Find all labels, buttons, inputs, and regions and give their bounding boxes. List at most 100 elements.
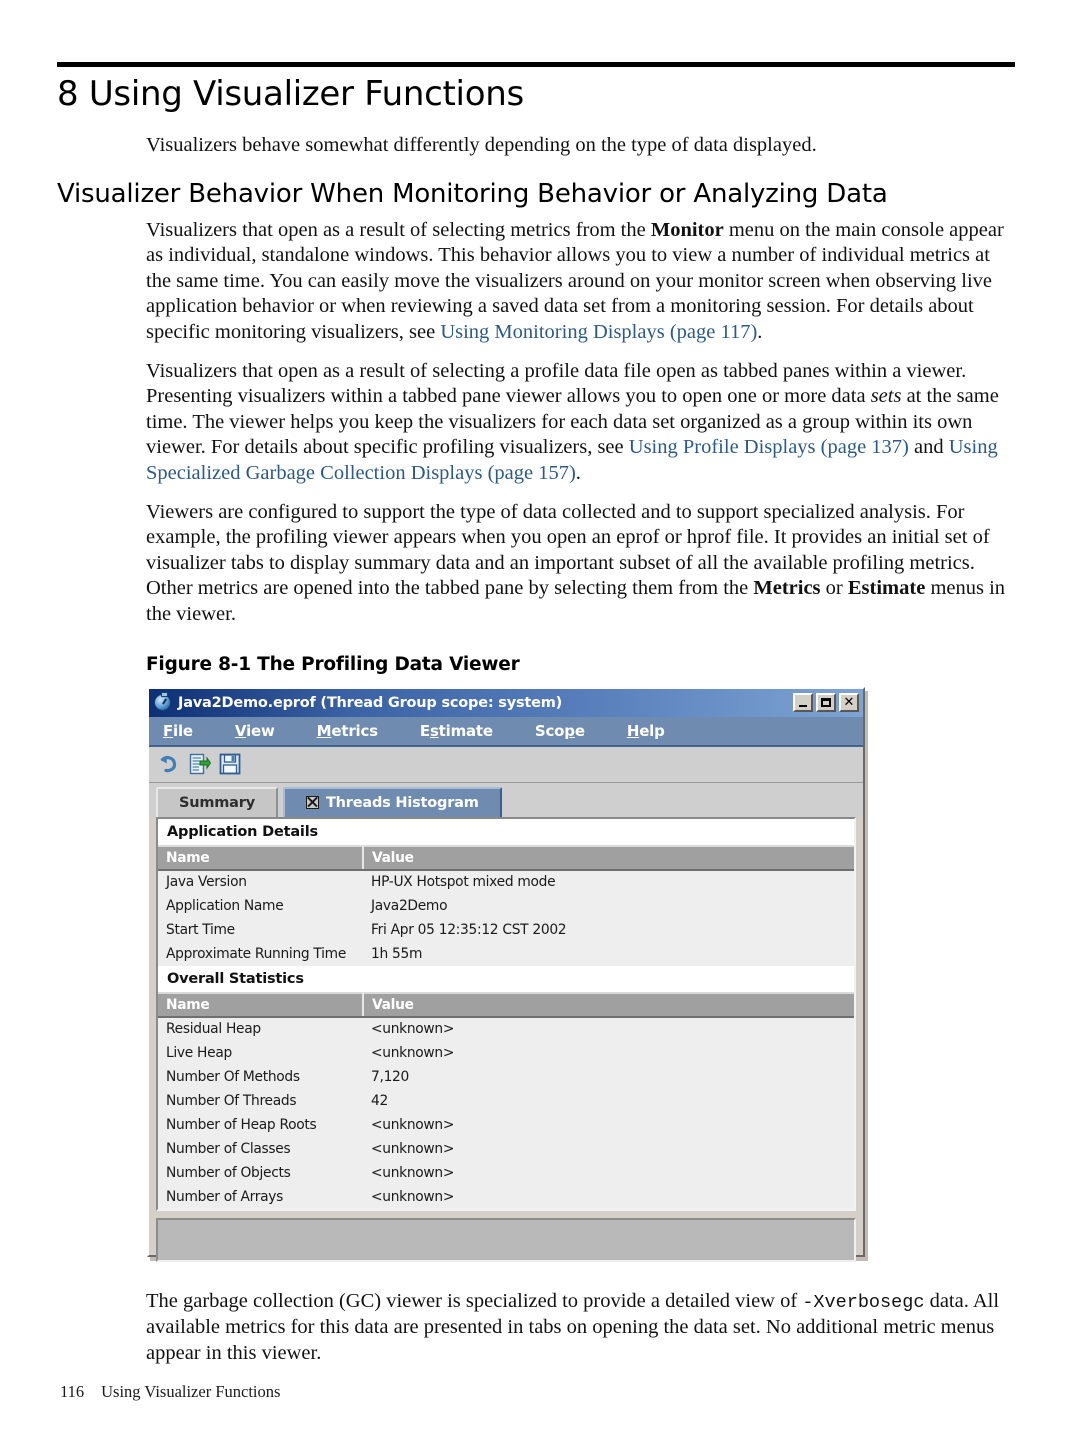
cell-name: Number of Objects: [158, 1160, 363, 1185]
menu-item-scope[interactable]: Scope: [535, 722, 585, 740]
table-header-row: Name Value: [158, 991, 854, 1018]
undo-icon[interactable]: [156, 752, 180, 776]
status-bar: [156, 1217, 856, 1262]
group-title-overall-statistics: Overall Statistics: [158, 965, 854, 992]
p1-bold-monitor: Monitor: [650, 218, 724, 241]
cell-value: Java2Demo: [363, 893, 854, 918]
paragraph-3: Viewers are configured to support the ty…: [146, 500, 1018, 628]
cell-name: Live Heap: [158, 1040, 363, 1065]
cell-value: Fri Apr 05 12:35:12 CST 2002: [363, 917, 854, 942]
p3-bold-estimate: Estimate: [847, 577, 926, 600]
table-row[interactable]: Live Heap <unknown>: [158, 1040, 854, 1065]
page-footer: 116 Using Visualizer Functions: [60, 1382, 280, 1402]
toolbar: [149, 746, 863, 783]
column-header-name[interactable]: Name: [158, 991, 364, 1018]
table-row[interactable]: Number of Objects <unknown>: [158, 1160, 854, 1185]
paragraph-2: Visualizers that open as a result of sel…: [146, 359, 1018, 487]
p1-text-a: Visualizers that open as a result of sel…: [146, 218, 651, 241]
window-titlebar[interactable]: Java2Demo.eprof (Thread Group scope: sys…: [149, 688, 863, 717]
cell-name: Java Version: [158, 869, 363, 894]
table-row[interactable]: Application Name Java2Demo: [158, 893, 854, 918]
page-content: Visualizers behave somewhat differently …: [57, 133, 1018, 1367]
tab-summary-label: Summary: [179, 794, 255, 811]
column-header-name[interactable]: Name: [158, 844, 364, 871]
menu-item-view[interactable]: View: [235, 722, 275, 740]
minimize-button[interactable]: [793, 692, 813, 712]
column-header-value[interactable]: Value: [363, 991, 854, 1018]
intro-paragraph: Visualizers behave somewhat differently …: [146, 134, 817, 156]
close-icon: ✕: [843, 694, 855, 710]
document-page: 8 Using Visualizer Functions Visualizers…: [0, 0, 1080, 1438]
table-row[interactable]: Start Time Fri Apr 05 12:35:12 CST 2002: [158, 917, 854, 942]
menu-item-help[interactable]: Help: [627, 722, 665, 740]
maximize-icon: [821, 697, 831, 707]
cell-name: Number Of Methods: [158, 1064, 363, 1089]
table-overall-statistics: Name Value Residual Heap <unknown> Live …: [158, 991, 854, 1209]
cell-value: <unknown>: [363, 1040, 854, 1065]
paragraph-1: Visualizers that open as a result of sel…: [146, 218, 1018, 346]
table-row[interactable]: Java Version HP-UX Hotspot mixed mode: [158, 869, 854, 894]
cell-value: <unknown>: [363, 1184, 854, 1209]
p2-text-d: .: [575, 461, 581, 484]
table-row[interactable]: Residual Heap <unknown>: [158, 1016, 854, 1041]
menu-item-estimate[interactable]: Estimate: [420, 722, 493, 740]
tab-close-icon[interactable]: [305, 796, 319, 809]
section-heading: Visualizer Behavior When Monitoring Beha…: [57, 178, 888, 209]
window-title: Java2Demo.eprof (Thread Group scope: sys…: [178, 694, 563, 711]
p1-text-c: .: [757, 320, 763, 343]
close-button[interactable]: ✕: [839, 692, 859, 712]
table-row[interactable]: Number Of Methods 7,120: [158, 1064, 854, 1089]
table-row[interactable]: Number of Classes <unknown>: [158, 1136, 854, 1161]
table-header-row: Name Value: [158, 844, 854, 871]
cell-value: 1h 55m: [363, 941, 854, 966]
cell-value: <unknown>: [363, 1112, 854, 1137]
cell-name: Number of Classes: [158, 1136, 363, 1161]
cell-value: HP-UX Hotspot mixed mode: [363, 869, 854, 894]
p4-mono-xverbosegc: -Xverbosegc: [802, 1291, 925, 1313]
tab-threads-histogram[interactable]: Threads Histogram: [282, 786, 502, 817]
cell-name: Start Time: [158, 917, 363, 942]
app-window: Java2Demo.eprof (Thread Group scope: sys…: [147, 686, 865, 1262]
minimize-icon: [799, 704, 807, 707]
menu-item-file[interactable]: File: [163, 722, 193, 740]
link-using-profile-displays[interactable]: Using Profile Displays (page 137): [629, 436, 909, 458]
p2-text-c: and: [908, 436, 949, 459]
header-rule: [57, 62, 1015, 67]
p4-text-a: The garbage collection (GC) viewer is sp…: [146, 1289, 803, 1312]
cell-value: <unknown>: [363, 1016, 854, 1041]
cell-name: Number of Arrays: [158, 1184, 363, 1209]
save-icon[interactable]: [218, 752, 242, 776]
table-application-details: Name Value Java Version HP-UX Hotspot mi…: [158, 844, 854, 966]
table-row[interactable]: Number Of Threads 42: [158, 1088, 854, 1113]
figure-caption: Figure 8-1 The Profiling Data Viewer: [146, 653, 520, 675]
cell-name: Application Name: [158, 893, 363, 918]
tab-bar: Summary Threads Histogram: [149, 782, 863, 817]
menu-item-metrics[interactable]: Metrics: [317, 722, 378, 740]
table-row[interactable]: Number of Arrays <unknown>: [158, 1184, 854, 1209]
figure-profiling-data-viewer: Java2Demo.eprof (Thread Group scope: sys…: [147, 686, 869, 1267]
cell-name: Approximate Running Time: [158, 941, 363, 966]
cell-value: <unknown>: [363, 1160, 854, 1185]
paragraph-4: The garbage collection (GC) viewer is sp…: [146, 1289, 1018, 1367]
footer-chapter-title: Using Visualizer Functions: [101, 1382, 281, 1401]
p2-italic-sets: sets: [870, 385, 902, 408]
column-header-value[interactable]: Value: [363, 844, 854, 871]
link-using-monitoring-displays[interactable]: Using Monitoring Displays (page 117): [440, 321, 757, 343]
refresh-document-icon[interactable]: [187, 752, 212, 776]
tab-summary[interactable]: Summary: [156, 786, 278, 817]
footer-page-number: 116: [60, 1382, 85, 1401]
tab-threads-histogram-label: Threads Histogram: [325, 794, 479, 811]
cell-value: <unknown>: [363, 1136, 854, 1161]
p3-bold-metrics: Metrics: [753, 577, 821, 600]
group-title-application-details: Application Details: [158, 818, 854, 845]
table-row[interactable]: Number of Heap Roots <unknown>: [158, 1112, 854, 1137]
maximize-button[interactable]: [816, 692, 836, 712]
table-row[interactable]: Approximate Running Time 1h 55m: [158, 941, 854, 966]
cell-value: 42: [363, 1088, 854, 1113]
stopwatch-icon: [154, 692, 171, 711]
window-controls: ✕: [793, 692, 859, 712]
cell-name: Number of Heap Roots: [158, 1112, 363, 1137]
summary-panel: Application Details Name Value Java Vers…: [156, 816, 856, 1211]
p3-text-b: or: [820, 577, 848, 600]
p2-text-a: Visualizers that open as a result of sel…: [146, 359, 967, 408]
